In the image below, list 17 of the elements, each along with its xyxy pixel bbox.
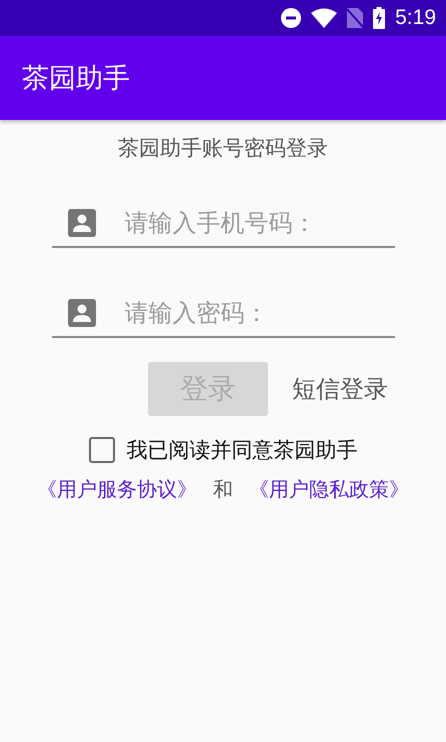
conjunction-text: 和	[213, 476, 233, 503]
clock-time: 5:19	[395, 6, 436, 30]
input-field[interactable]: 请输入手机号码：	[124, 209, 384, 237]
login-heading: 茶园助手账号密码登录	[118, 135, 328, 162]
do-not-disturb-icon	[281, 8, 302, 28]
app-title: 茶园助手	[22, 62, 130, 96]
policy-link[interactable]: 《用户隐私政策》	[249, 476, 409, 503]
agreement-label: 我已阅读并同意茶园助手	[126, 437, 358, 464]
person-icon	[68, 209, 96, 237]
input-field[interactable]: 请输入密码：	[124, 299, 384, 327]
sms-login-link[interactable]: 短信登录	[292, 373, 388, 405]
person-icon	[68, 299, 96, 327]
wifi-icon	[311, 8, 338, 28]
policy-link[interactable]: 《用户服务协议》	[37, 476, 197, 503]
agreement-checkbox[interactable]	[88, 437, 114, 463]
battery-charging-icon	[373, 7, 386, 29]
no-sim-icon	[347, 8, 364, 28]
